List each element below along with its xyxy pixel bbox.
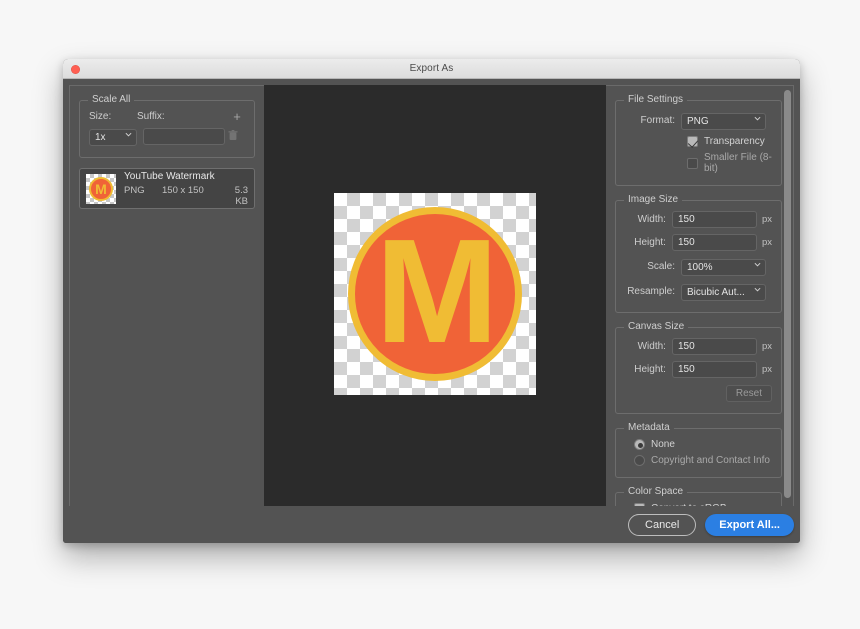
metadata-copyright-radio[interactable] bbox=[634, 455, 645, 466]
metadata-none-row[interactable]: None bbox=[634, 439, 772, 450]
canvas-size-title: Canvas Size bbox=[624, 321, 689, 332]
format-select-wrapper: PNG bbox=[681, 111, 766, 130]
left-panel: Scale All Size: Suffix: + 1x M YouTube W… bbox=[69, 85, 264, 536]
artwork-letter: M bbox=[375, 209, 498, 375]
image-scale-select[interactable]: 100% bbox=[681, 259, 766, 276]
plus-icon[interactable]: + bbox=[229, 110, 245, 123]
size-select-wrapper: 1x bbox=[89, 127, 137, 146]
trash-icon[interactable] bbox=[225, 128, 241, 146]
scale-all-group: Scale All Size: Suffix: + 1x bbox=[79, 94, 255, 158]
metadata-none-label: None bbox=[651, 439, 675, 450]
size-label: Size: bbox=[89, 111, 112, 122]
resample-select[interactable]: Bicubic Aut... bbox=[681, 284, 766, 301]
smaller-file-label: Smaller File (8-bit) bbox=[704, 152, 772, 174]
cancel-button[interactable]: Cancel bbox=[628, 514, 697, 536]
settings-scroll-area: File Settings Format: PNG Transparency S… bbox=[606, 86, 793, 535]
image-width-row: Width: px bbox=[625, 211, 772, 228]
settings-scrollbar[interactable] bbox=[784, 90, 791, 510]
list-item[interactable]: M YouTube Watermark PNG 150 x 150 5.3 KB bbox=[79, 168, 255, 209]
dialog-footer: Cancel Export All... bbox=[628, 514, 794, 536]
window-title: Export As bbox=[409, 63, 454, 74]
preview-panel: M bbox=[264, 85, 606, 536]
image-width-label: Width: bbox=[637, 214, 666, 225]
transparency-checkbox[interactable] bbox=[687, 136, 698, 147]
export-as-dialog: Export As Scale All Size: Suffix: + 1x M… bbox=[63, 59, 800, 543]
canvas-reset-row: Reset bbox=[625, 385, 772, 402]
image-height-input[interactable] bbox=[671, 234, 757, 251]
canvas-width-input[interactable] bbox=[671, 338, 757, 355]
scale-all-title: Scale All bbox=[88, 94, 135, 105]
window-titlebar: Export As bbox=[63, 59, 800, 79]
image-scale-row: Scale: 100% bbox=[625, 257, 772, 276]
suffix-label: Suffix: bbox=[137, 111, 165, 122]
scrollbar-thumb[interactable] bbox=[784, 90, 791, 498]
image-width-input[interactable] bbox=[671, 211, 757, 228]
format-label: Format: bbox=[640, 115, 675, 126]
canvas-height-unit: px bbox=[761, 364, 772, 375]
scale-all-header-row: Size: Suffix: + bbox=[89, 110, 245, 123]
canvas-height-input[interactable] bbox=[671, 361, 757, 378]
image-size-group: Image Size Width: px Height: px Sca bbox=[615, 194, 782, 313]
asset-format: PNG bbox=[124, 184, 145, 196]
asset-name: YouTube Watermark bbox=[124, 170, 215, 182]
resample-select-wrapper: Bicubic Aut... bbox=[681, 282, 766, 301]
dialog-content: Scale All Size: Suffix: + 1x M YouTube W… bbox=[69, 85, 794, 536]
reset-button[interactable]: Reset bbox=[725, 385, 772, 402]
dialog-body: Scale All Size: Suffix: + 1x M YouTube W… bbox=[63, 79, 800, 543]
color-space-title: Color Space bbox=[624, 486, 688, 497]
image-scale-label: Scale: bbox=[647, 261, 675, 272]
canvas-width-label: Width: bbox=[637, 341, 666, 352]
preview-canvas-area[interactable]: M bbox=[264, 85, 606, 503]
transparency-row[interactable]: Transparency bbox=[687, 136, 772, 147]
image-width-unit: px bbox=[761, 214, 772, 225]
transparency-label: Transparency bbox=[704, 136, 765, 147]
file-settings-group: File Settings Format: PNG Transparency S… bbox=[615, 94, 782, 186]
export-all-button[interactable]: Export All... bbox=[705, 514, 794, 536]
metadata-copyright-row[interactable]: Copyright and Contact Info bbox=[634, 455, 772, 466]
format-select[interactable]: PNG bbox=[681, 113, 766, 130]
smaller-file-checkbox[interactable] bbox=[687, 157, 698, 169]
canvas-width-row: Width: px bbox=[625, 338, 772, 355]
asset-meta: YouTube Watermark PNG 150 x 150 5.3 KB bbox=[124, 171, 248, 207]
settings-panel: File Settings Format: PNG Transparency S… bbox=[606, 85, 794, 536]
image-height-row: Height: px bbox=[625, 234, 772, 251]
scale-all-controls-row: 1x bbox=[89, 127, 245, 146]
asset-thumbnail: M bbox=[86, 173, 116, 204]
resample-row: Resample: Bicubic Aut... bbox=[625, 282, 772, 301]
metadata-title: Metadata bbox=[624, 422, 674, 433]
asset-list: M YouTube Watermark PNG 150 x 150 5.3 KB bbox=[70, 168, 264, 209]
resample-label: Resample: bbox=[627, 286, 675, 297]
smaller-file-row[interactable]: Smaller File (8-bit) bbox=[687, 152, 772, 174]
artwork-circle: M bbox=[348, 207, 522, 381]
format-row: Format: PNG bbox=[625, 111, 772, 130]
canvas-size-group: Canvas Size Width: px Height: px Re bbox=[615, 321, 782, 414]
asset-details: PNG 150 x 150 5.3 KB bbox=[124, 185, 248, 207]
size-select[interactable]: 1x bbox=[89, 129, 137, 146]
canvas-width-unit: px bbox=[761, 341, 772, 352]
asset-artwork: M bbox=[89, 176, 113, 201]
canvas-height-label: Height: bbox=[634, 364, 666, 375]
metadata-none-radio[interactable] bbox=[634, 439, 645, 450]
file-settings-title: File Settings bbox=[624, 94, 688, 105]
image-scale-select-wrapper: 100% bbox=[681, 257, 766, 276]
preview-image: M bbox=[334, 193, 536, 395]
image-height-unit: px bbox=[761, 237, 772, 248]
image-height-label: Height: bbox=[634, 237, 666, 248]
canvas-height-row: Height: px bbox=[625, 361, 772, 378]
metadata-group: Metadata None Copyright and Contact Info bbox=[615, 422, 782, 478]
suffix-input[interactable] bbox=[143, 128, 225, 145]
asset-dimensions: 150 x 150 bbox=[162, 184, 204, 196]
image-size-title: Image Size bbox=[624, 194, 683, 205]
asset-filesize: 5.3 KB bbox=[234, 184, 248, 207]
metadata-copyright-label: Copyright and Contact Info bbox=[651, 455, 770, 466]
